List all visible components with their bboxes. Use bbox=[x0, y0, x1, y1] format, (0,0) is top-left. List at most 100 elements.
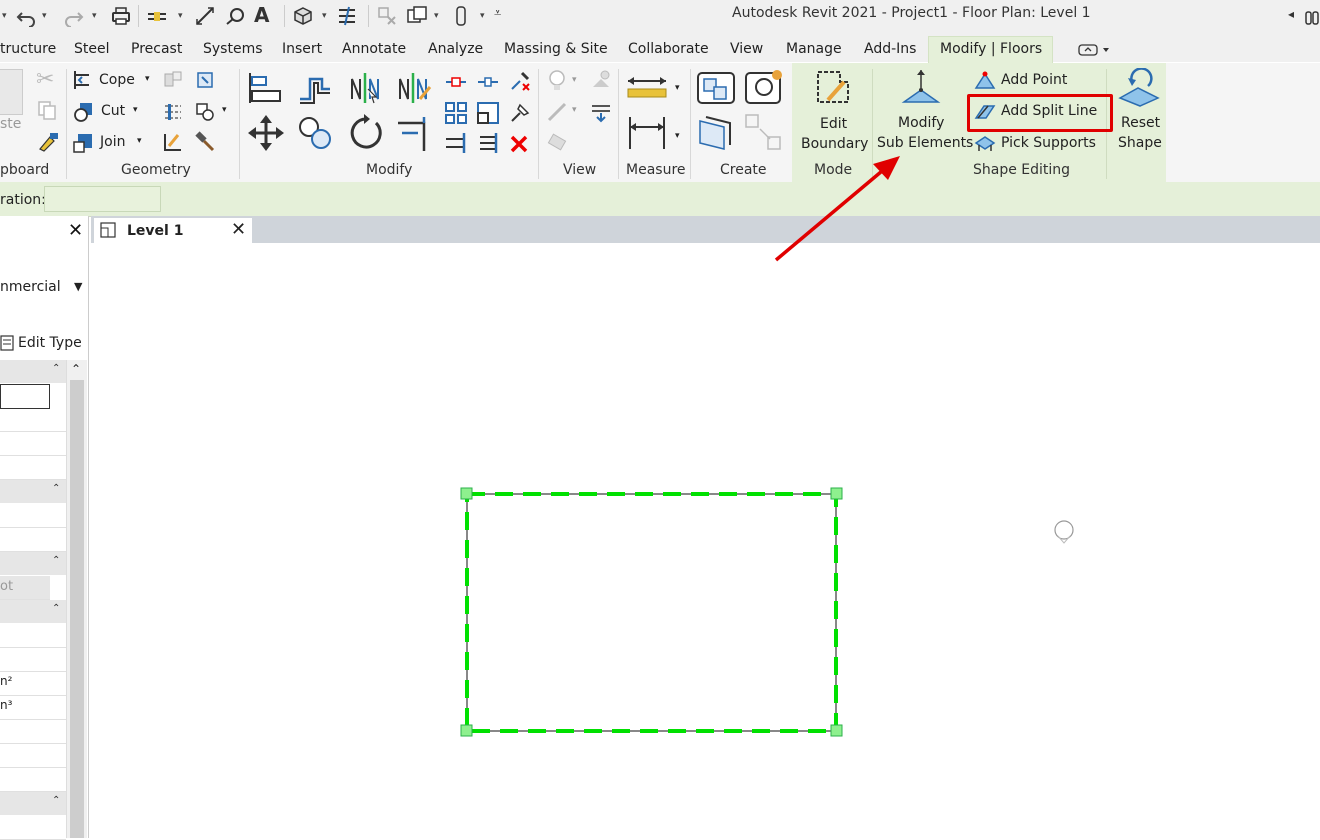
tab-collaborate[interactable]: Collaborate bbox=[628, 41, 709, 57]
cope-icon[interactable] bbox=[72, 69, 94, 91]
mirror-pick-axis-icon[interactable] bbox=[346, 69, 384, 107]
property-row[interactable] bbox=[0, 720, 66, 744]
type-selector[interactable]: nmercial bbox=[0, 279, 61, 295]
add-split-line-icon[interactable] bbox=[974, 102, 996, 122]
property-group[interactable]: ⌃ bbox=[0, 360, 66, 383]
match-properties-icon[interactable] bbox=[36, 131, 60, 153]
add-point-icon[interactable] bbox=[974, 70, 996, 90]
split-gap-icon[interactable] bbox=[476, 71, 500, 93]
split-element-icon[interactable] bbox=[444, 71, 468, 93]
dimension-icon[interactable] bbox=[194, 5, 216, 27]
cope-label[interactable]: Cope bbox=[99, 72, 135, 88]
property-row[interactable] bbox=[0, 432, 66, 456]
unpin-icon[interactable] bbox=[508, 69, 532, 93]
tag-icon[interactable] bbox=[224, 5, 246, 27]
tab-steel[interactable]: Steel bbox=[74, 41, 110, 57]
hammer-icon[interactable] bbox=[194, 131, 216, 153]
tab-analyze[interactable]: Analyze bbox=[428, 41, 483, 57]
switch-windows-icon[interactable] bbox=[406, 5, 428, 27]
chevron-down-icon[interactable]: ▾ bbox=[322, 11, 327, 21]
section-icon[interactable] bbox=[336, 5, 358, 27]
scale-icon[interactable] bbox=[476, 101, 500, 125]
tab-add-ins[interactable]: Add-Ins bbox=[864, 41, 916, 57]
chevron-down-icon[interactable]: ▾ bbox=[133, 105, 138, 115]
create-similar-icon[interactable] bbox=[744, 113, 784, 153]
property-row[interactable] bbox=[0, 384, 50, 409]
chevron-down-icon[interactable]: ▼ bbox=[74, 280, 82, 293]
property-row[interactable] bbox=[0, 456, 66, 480]
chevron-left-icon[interactable]: ◂ bbox=[1288, 7, 1294, 21]
print-icon[interactable] bbox=[110, 5, 132, 27]
chevron-down-icon[interactable]: ▾ bbox=[178, 11, 183, 21]
tab-massing-site[interactable]: Massing & Site bbox=[504, 41, 608, 57]
close-icon[interactable]: ✕ bbox=[68, 220, 83, 241]
reset-shape-label-2[interactable]: Shape bbox=[1118, 135, 1162, 151]
align-icon[interactable] bbox=[246, 69, 284, 107]
modify-sub-elements-label-2[interactable]: Sub Elements bbox=[877, 135, 973, 151]
property-row[interactable] bbox=[0, 504, 66, 528]
chevron-down-icon[interactable]: ▾ bbox=[675, 83, 680, 93]
properties-scrollbar[interactable]: ⌃ bbox=[67, 360, 87, 838]
property-group[interactable]: ⌃ bbox=[0, 552, 66, 575]
close-hidden-icon[interactable] bbox=[376, 5, 398, 27]
paste-label[interactable]: ste bbox=[0, 116, 21, 132]
chevron-up-icon[interactable]: ⌃ bbox=[71, 362, 81, 376]
measure-icon[interactable] bbox=[146, 5, 168, 27]
cut-geometry-icon[interactable] bbox=[72, 101, 94, 123]
add-split-line-label[interactable]: Add Split Line bbox=[1001, 103, 1097, 119]
tab-precast[interactable]: Precast bbox=[131, 41, 182, 57]
lightbulb-icon[interactable] bbox=[546, 69, 568, 93]
property-row[interactable] bbox=[0, 816, 66, 840]
copy-icon[interactable] bbox=[36, 99, 58, 121]
modify-sub-elements-label-1[interactable]: Modify bbox=[898, 115, 944, 131]
edit-profile-icon[interactable] bbox=[162, 131, 184, 153]
demolish-icon[interactable] bbox=[194, 69, 216, 91]
cut-clipboard-icon[interactable]: ✂ bbox=[36, 67, 54, 92]
binoculars-icon[interactable] bbox=[1304, 6, 1320, 26]
modify-sub-elements-icon[interactable] bbox=[900, 68, 942, 108]
floor-boundary[interactable] bbox=[465, 492, 838, 733]
property-row[interactable] bbox=[0, 744, 66, 768]
chevron-down-icon[interactable]: ▾ bbox=[480, 11, 485, 21]
pick-supports-icon[interactable] bbox=[974, 133, 996, 153]
move-icon[interactable] bbox=[246, 113, 286, 153]
reset-shape-icon[interactable] bbox=[1118, 68, 1160, 108]
override-graphics-icon[interactable] bbox=[590, 69, 612, 93]
measure-between-icon[interactable] bbox=[626, 73, 668, 101]
property-row[interactable] bbox=[0, 408, 66, 432]
edit-type-icon[interactable] bbox=[0, 335, 16, 351]
close-icon[interactable]: ✕ bbox=[231, 219, 246, 240]
undo-icon[interactable] bbox=[16, 5, 38, 27]
thin-lines-icon[interactable] bbox=[590, 101, 612, 123]
property-row[interactable]: n³ bbox=[0, 696, 66, 720]
3d-view-icon[interactable] bbox=[292, 5, 314, 27]
create-group-icon[interactable] bbox=[744, 69, 784, 107]
offset-icon[interactable] bbox=[296, 69, 334, 107]
trim-extend-icon[interactable] bbox=[394, 113, 434, 153]
scrollbar-thumb[interactable] bbox=[70, 380, 84, 838]
linework-icon[interactable] bbox=[546, 101, 568, 123]
text-icon[interactable]: A bbox=[254, 3, 269, 27]
window-icon[interactable] bbox=[450, 5, 472, 27]
property-group[interactable]: ⌃ bbox=[0, 480, 66, 503]
delete-icon[interactable] bbox=[508, 133, 530, 155]
chevron-down-icon[interactable]: ▾ bbox=[92, 11, 97, 21]
hide-element-icon[interactable] bbox=[546, 131, 568, 153]
edit-type-button[interactable]: Edit Type bbox=[18, 335, 82, 351]
property-group[interactable]: ⌃ bbox=[0, 792, 66, 815]
redo-icon[interactable] bbox=[62, 5, 84, 27]
chevron-down-icon[interactable]: ▾ bbox=[434, 11, 439, 21]
chevron-down-icon[interactable]: ▾ bbox=[145, 74, 150, 84]
array-icon[interactable] bbox=[444, 101, 468, 125]
paint-icon[interactable] bbox=[194, 101, 216, 123]
split-face-icon[interactable] bbox=[162, 101, 184, 123]
drawing-canvas[interactable] bbox=[91, 243, 1320, 838]
grip-handle[interactable] bbox=[460, 487, 473, 500]
property-row[interactable] bbox=[0, 624, 66, 648]
edit-boundary-icon[interactable] bbox=[814, 68, 852, 108]
property-row[interactable] bbox=[0, 768, 66, 792]
grip-handle[interactable] bbox=[830, 487, 843, 500]
grip-handle[interactable] bbox=[460, 724, 473, 737]
property-group[interactable]: ⌃ bbox=[0, 600, 66, 623]
join-label[interactable]: Join bbox=[100, 134, 125, 150]
